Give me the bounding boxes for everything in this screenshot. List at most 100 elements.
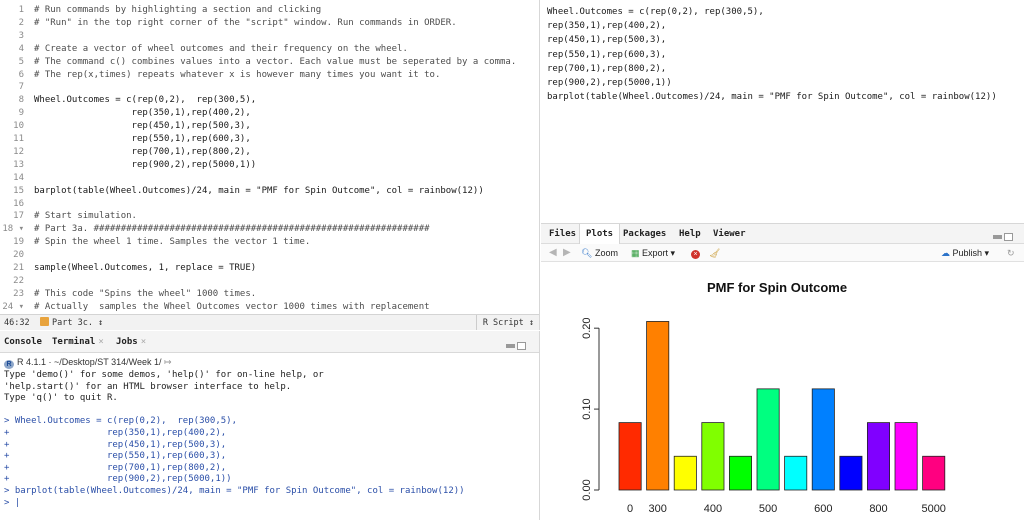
- editor-line[interactable]: 18 ▾ # Part 3a. #########################…: [0, 223, 539, 236]
- x-tick-label: 800: [869, 503, 887, 515]
- source-line: rep(350,1),rep(400,2),: [547, 21, 667, 32]
- editor-line[interactable]: 16: [0, 198, 539, 211]
- editor-line[interactable]: 5 # The command c() combines values into …: [0, 56, 539, 69]
- plots-pane[interactable]: Files Plots Packages Help Viewer ◀ ▶ 🔍︎ …: [541, 223, 1024, 520]
- code-text: # Create a vector of wheel outcomes and …: [34, 43, 408, 54]
- maximize-icon[interactable]: [517, 342, 526, 350]
- pane-window-controls[interactable]: [993, 229, 1015, 241]
- section-label: Part 3c. ↕: [52, 318, 104, 328]
- console-line: + rep(350,1),rep(400,2),: [4, 428, 227, 438]
- editor-line[interactable]: 3: [0, 30, 539, 43]
- editor-line[interactable]: 9 rep(350,1),rep(400,2),: [0, 107, 539, 120]
- export-button[interactable]: ▦ Export ▾: [631, 244, 675, 262]
- tab-plots[interactable]: Plots: [579, 224, 621, 245]
- line-number: 21: [13, 263, 24, 273]
- code-text: sample(Wheel.Outcomes, 1, replace = TRUE…: [34, 263, 257, 273]
- editor-line[interactable]: 1 # Run commands by highlighting a sectio…: [0, 4, 539, 17]
- script-editor[interactable]: 1 # Run commands by highlighting a sectio…: [0, 0, 540, 330]
- console-line: Type 'q()' to quit R.: [4, 393, 118, 404]
- editor-line[interactable]: 21 sample(Wheel.Outcomes, 1, replace = TR…: [0, 262, 539, 275]
- editor-line[interactable]: 11 rep(550,1),rep(600,3),: [0, 133, 539, 146]
- tab-jobs[interactable]: Jobs ×: [116, 331, 146, 353]
- code-text: Wheel.Outcomes = c(rep(0,2), rep(300,5),: [34, 95, 257, 106]
- chart-title: PMF for Spin Outcome: [707, 280, 847, 295]
- minimize-icon[interactable]: [506, 344, 515, 348]
- script-type-selector[interactable]: R Script ↕: [475, 315, 534, 330]
- editor-line[interactable]: 2 # "Run" in the top right corner of the …: [0, 17, 539, 30]
- code-text: # This code "Spins the wheel" 1000 times…: [34, 288, 257, 299]
- close-icon[interactable]: ×: [98, 337, 103, 347]
- code-text: # Run commands by highlighting a section…: [34, 5, 322, 15]
- publish-button[interactable]: ☁︎ Publish ▾: [941, 244, 989, 262]
- bar-0: [618, 422, 642, 491]
- line-number: 3: [18, 30, 24, 41]
- publish-icon: ☁︎: [941, 248, 950, 258]
- r-version: R 4.1.1: [17, 357, 47, 367]
- bar-550: [784, 455, 808, 491]
- forward-arrow-icon[interactable]: ▶: [563, 244, 571, 262]
- console-pane[interactable]: Console Terminal × Jobs × RR 4.1.1 · ~/Des…: [0, 331, 540, 520]
- code-text: # Spin the wheel 1 time. Samples the vec…: [34, 237, 311, 248]
- tab-help[interactable]: Help: [679, 224, 701, 244]
- bar-600: [811, 388, 835, 491]
- code-text: rep(900,2),rep(5000,1)): [34, 159, 257, 170]
- bar-800: [866, 422, 890, 491]
- refresh-icon[interactable]: ↻: [1007, 244, 1015, 262]
- back-arrow-icon[interactable]: ◀: [549, 244, 557, 262]
- tab-viewer[interactable]: Viewer: [713, 224, 746, 244]
- editor-line[interactable]: 6 # The rep(x,times) repeats whatever x i…: [0, 69, 539, 82]
- close-icon[interactable]: ×: [141, 337, 146, 347]
- editor-line[interactable]: 10 rep(450,1),rep(500,3),: [0, 120, 539, 133]
- clear-plots-broom-icon[interactable]: 🧹︎: [709, 244, 720, 262]
- editor-line[interactable]: 8 Wheel.Outcomes = c(rep(0,2), rep(300,5)…: [0, 94, 539, 107]
- bar-900: [894, 422, 918, 491]
- editor-line[interactable]: 20: [0, 249, 539, 262]
- r-logo-icon: R: [4, 360, 14, 369]
- console-path-bar: RR 4.1.1 · ~/Desktop/ST 314/Week 1/ ↦: [4, 357, 172, 369]
- pane-window-controls[interactable]: [506, 337, 528, 350]
- maximize-icon[interactable]: [1004, 233, 1013, 241]
- console-line: Type 'demo()' for some demos, 'help()' f…: [4, 370, 324, 380]
- console-line: + rep(550,1),rep(600,3),: [4, 451, 227, 462]
- plots-toolbar: ◀ ▶ 🔍︎ Zoom ▦ Export ▾ × 🧹︎ ☁︎ Publish ▾…: [541, 244, 1024, 262]
- zoom-label: Zoom: [594, 248, 618, 258]
- editor-line[interactable]: 23 # This code "Spins the wheel" 1000 tim…: [0, 288, 539, 301]
- minimize-icon[interactable]: [993, 235, 1002, 239]
- console-line: + rep(450,1),rep(500,3),: [4, 439, 227, 450]
- section-selector[interactable]: Part 3c. ↕: [40, 315, 103, 330]
- line-number: 6: [18, 69, 24, 80]
- line-number: 11: [13, 134, 24, 144]
- line-number: 4: [18, 43, 24, 54]
- tab-packages[interactable]: Packages: [623, 224, 666, 244]
- source-line: Wheel.Outcomes = c(rep(0,2), rep(300,5),: [547, 7, 764, 17]
- editor-line[interactable]: 12 rep(700,1),rep(800,2),: [0, 146, 539, 159]
- editor-line[interactable]: 19 # Spin the wheel 1 time. Samples the v…: [0, 236, 539, 249]
- line-number: 10: [13, 121, 24, 132]
- editor-line[interactable]: 22: [0, 275, 539, 288]
- y-tick-label: 0.20: [581, 317, 593, 338]
- tab-console[interactable]: Console: [4, 331, 42, 353]
- y-tick-label: 0.10: [581, 398, 593, 419]
- line-number: 5: [18, 56, 24, 67]
- console-line: + rep(900,2),rep(5000,1)): [4, 474, 232, 485]
- tab-terminal[interactable]: Terminal ×: [52, 331, 104, 353]
- x-tick-label: 5000: [921, 503, 945, 515]
- goto-dir-icon[interactable]: ↦: [164, 357, 172, 367]
- zoom-button[interactable]: 🔍︎ Zoom: [581, 244, 618, 262]
- line-number: 24 ▾: [2, 301, 24, 312]
- remove-plot-button[interactable]: ×: [691, 244, 700, 262]
- editor-line[interactable]: 14: [0, 172, 539, 185]
- editor-line[interactable]: 15 barplot(table(Wheel.Outcomes)/24, main…: [0, 185, 539, 198]
- editor-line[interactable]: 13 rep(900,2),rep(5000,1)): [0, 159, 539, 172]
- editor-line[interactable]: 17 # Start simulation.: [0, 210, 539, 223]
- console-tab-bar: Console Terminal × Jobs ×: [0, 331, 539, 353]
- line-number: 19: [13, 237, 24, 248]
- console-line: + rep(700,1),rep(800,2),: [4, 462, 227, 473]
- bar-450: [728, 455, 752, 491]
- editor-line[interactable]: 4 # Create a vector of wheel outcomes and…: [0, 43, 539, 56]
- working-directory[interactable]: ~/Desktop/ST 314/Week 1/: [54, 357, 161, 367]
- tab-files[interactable]: Files: [549, 224, 576, 244]
- bar-5000: [922, 455, 946, 491]
- editor-line[interactable]: 7: [0, 81, 539, 94]
- editor-line[interactable]: 24 ▾ # Actually samples the Wheel Outcome…: [0, 301, 539, 314]
